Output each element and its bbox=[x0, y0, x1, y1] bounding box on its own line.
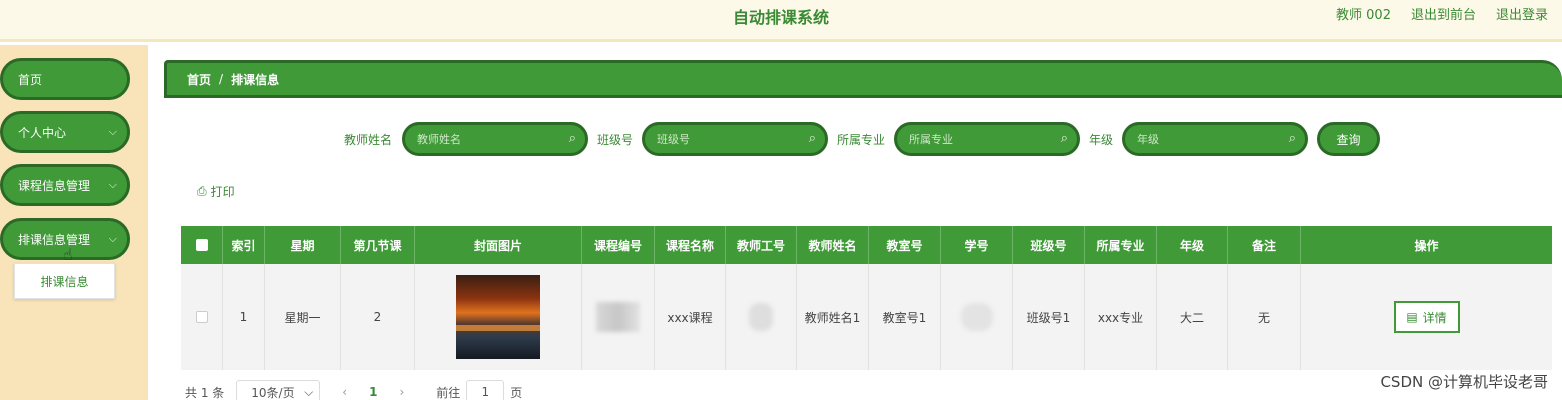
cell-index: 1 bbox=[223, 264, 265, 370]
current-user: 教师 002 bbox=[1336, 8, 1391, 23]
print-label: 打印 bbox=[210, 185, 235, 199]
detail-label: 详情 bbox=[1422, 310, 1447, 325]
cell-actions: ▤ 详情 bbox=[1301, 264, 1552, 370]
document-icon: ▤ bbox=[1406, 310, 1418, 324]
cell-cover-image bbox=[415, 264, 582, 370]
table-header-row: 索引 星期 第几节课 封面图片 课程编号 课程名称 教师工号 教师姓名 教室号 … bbox=[181, 226, 1552, 264]
column-header: 封面图片 bbox=[415, 226, 582, 264]
cell-weekday: 星期一 bbox=[265, 264, 341, 370]
cell-course-name: xxx课程 bbox=[655, 264, 726, 370]
cell-major: xxx专业 bbox=[1085, 264, 1157, 370]
sidebar-item-course-info[interactable]: 课程信息管理 ⌵ bbox=[0, 164, 130, 206]
blurred-course-no bbox=[596, 302, 640, 332]
cell-student-no bbox=[941, 264, 1013, 370]
submenu-item-schedule[interactable]: 排课信息 bbox=[14, 263, 115, 299]
breadcrumb-separator: / bbox=[219, 72, 224, 86]
hand-cursor-icon: ☝ bbox=[63, 245, 73, 264]
grade-label: 年级 bbox=[1089, 133, 1114, 147]
column-header: 备注 bbox=[1228, 226, 1301, 264]
search-icon: ⌕ bbox=[1288, 131, 1296, 146]
class-no-placeholder: 班级号 bbox=[657, 133, 690, 146]
column-header: 班级号 bbox=[1013, 226, 1085, 264]
print-button[interactable]: ⎙ 打印 bbox=[197, 183, 235, 200]
cell-classroom: 教室号1 bbox=[869, 264, 941, 370]
column-header: 索引 bbox=[223, 226, 265, 264]
cell-teacher-name: 教师姓名1 bbox=[797, 264, 869, 370]
prev-page-button[interactable]: ‹ bbox=[342, 385, 347, 399]
back-to-front-link[interactable]: 退出到前台 bbox=[1411, 4, 1476, 23]
column-header: 年级 bbox=[1157, 226, 1228, 264]
sidebar-item-label: 排课信息管理 bbox=[18, 232, 91, 247]
printer-icon: ⎙ bbox=[197, 184, 207, 198]
breadcrumb: 首页 / 排课信息 bbox=[164, 60, 1562, 98]
breadcrumb-current: 排课信息 bbox=[231, 72, 280, 87]
teacher-name-input[interactable]: 教师姓名 ⌕ bbox=[402, 122, 588, 156]
column-header: 第几节课 bbox=[341, 226, 415, 264]
query-button[interactable]: 查询 bbox=[1317, 122, 1380, 156]
goto-page-input[interactable]: 1 bbox=[466, 380, 505, 400]
cell-course-no bbox=[582, 264, 655, 370]
total-count: 共 1 条 bbox=[185, 385, 225, 400]
pagination: 共 1 条 10条/页 ⌵ ‹ 1 › 前往 1 页 bbox=[185, 380, 523, 400]
cell-period: 2 bbox=[341, 264, 415, 370]
search-icon: ⌕ bbox=[808, 131, 816, 146]
page-size-select[interactable]: 10条/页 ⌵ bbox=[236, 380, 321, 400]
header-links: 教师 002 退出到前台 退出登录 bbox=[1336, 4, 1548, 23]
class-no-input[interactable]: 班级号 ⌕ bbox=[642, 122, 828, 156]
top-header: 自动排课系统 教师 002 退出到前台 退出登录 bbox=[0, 0, 1562, 42]
sidebar-item-label: 个人中心 bbox=[18, 125, 67, 140]
cover-image[interactable] bbox=[456, 275, 540, 359]
column-header: 所属专业 bbox=[1085, 226, 1157, 264]
sidebar-item-personal-center[interactable]: 个人中心 ⌵ bbox=[0, 111, 130, 153]
sidebar: 首页 个人中心 ⌵ 课程信息管理 ⌵ 排课信息管理 ⌵ 排课信息 ☝ bbox=[0, 45, 148, 400]
goto-label: 前往 bbox=[436, 385, 461, 400]
teacher-name-placeholder: 教师姓名 bbox=[417, 133, 461, 146]
row-checkbox[interactable] bbox=[195, 311, 208, 323]
next-page-button[interactable]: › bbox=[399, 385, 404, 399]
cell-class-no: 班级号1 bbox=[1013, 264, 1085, 370]
select-all-cell bbox=[181, 226, 223, 264]
row-select-cell bbox=[181, 264, 223, 370]
grade-placeholder: 年级 bbox=[1137, 133, 1159, 146]
breadcrumb-home[interactable]: 首页 bbox=[187, 71, 211, 88]
page-size-value: 10条/页 bbox=[251, 385, 295, 400]
chevron-down-icon: ⌵ bbox=[108, 232, 117, 245]
page-suffix: 页 bbox=[510, 385, 523, 400]
search-icon: ⌕ bbox=[1060, 131, 1068, 146]
blurred-student-no bbox=[960, 303, 993, 331]
column-header: 教师姓名 bbox=[797, 226, 869, 264]
teacher-name-label: 教师姓名 bbox=[344, 133, 393, 147]
column-header: 学号 bbox=[941, 226, 1013, 264]
app-title: 自动排课系统 bbox=[732, 8, 829, 27]
cell-grade: 大二 bbox=[1157, 264, 1228, 370]
major-label: 所属专业 bbox=[837, 133, 886, 147]
chevron-down-icon: ⌵ bbox=[108, 178, 117, 191]
column-header: 星期 bbox=[265, 226, 341, 264]
column-header: 教师工号 bbox=[726, 226, 797, 264]
class-no-label: 班级号 bbox=[597, 133, 634, 147]
grade-input[interactable]: 年级 ⌕ bbox=[1122, 122, 1308, 156]
column-header: 课程编号 bbox=[582, 226, 655, 264]
major-placeholder: 所属专业 bbox=[909, 133, 953, 146]
chevron-down-icon: ⌵ bbox=[304, 384, 314, 399]
sidebar-item-label: 课程信息管理 bbox=[18, 178, 91, 193]
blurred-teacher-id bbox=[749, 303, 773, 331]
column-header: 教室号 bbox=[869, 226, 941, 264]
sidebar-item-label: 首页 bbox=[18, 72, 43, 87]
watermark: CSDN @计算机毕设老哥 bbox=[1380, 373, 1548, 391]
chevron-down-icon: ⌵ bbox=[108, 125, 117, 138]
column-header: 课程名称 bbox=[655, 226, 726, 264]
cell-remark: 无 bbox=[1228, 264, 1301, 370]
major-input[interactable]: 所属专业 ⌕ bbox=[894, 122, 1080, 156]
logout-link[interactable]: 退出登录 bbox=[1496, 4, 1548, 23]
detail-button[interactable]: ▤ 详情 bbox=[1393, 301, 1460, 333]
cell-teacher-id bbox=[726, 264, 797, 370]
select-all-checkbox[interactable] bbox=[195, 239, 208, 251]
search-icon: ⌕ bbox=[568, 131, 576, 146]
page-number[interactable]: 1 bbox=[369, 385, 377, 399]
schedule-table: 索引 星期 第几节课 封面图片 课程编号 课程名称 教师工号 教师姓名 教室号 … bbox=[181, 226, 1552, 370]
sidebar-item-home[interactable]: 首页 bbox=[0, 58, 130, 100]
table-row: 1 星期一 2 xxx课程 教师姓名1 教室号1 班级号1 xxx专业 大二 无… bbox=[181, 264, 1552, 370]
column-header: 操作 bbox=[1414, 238, 1439, 253]
